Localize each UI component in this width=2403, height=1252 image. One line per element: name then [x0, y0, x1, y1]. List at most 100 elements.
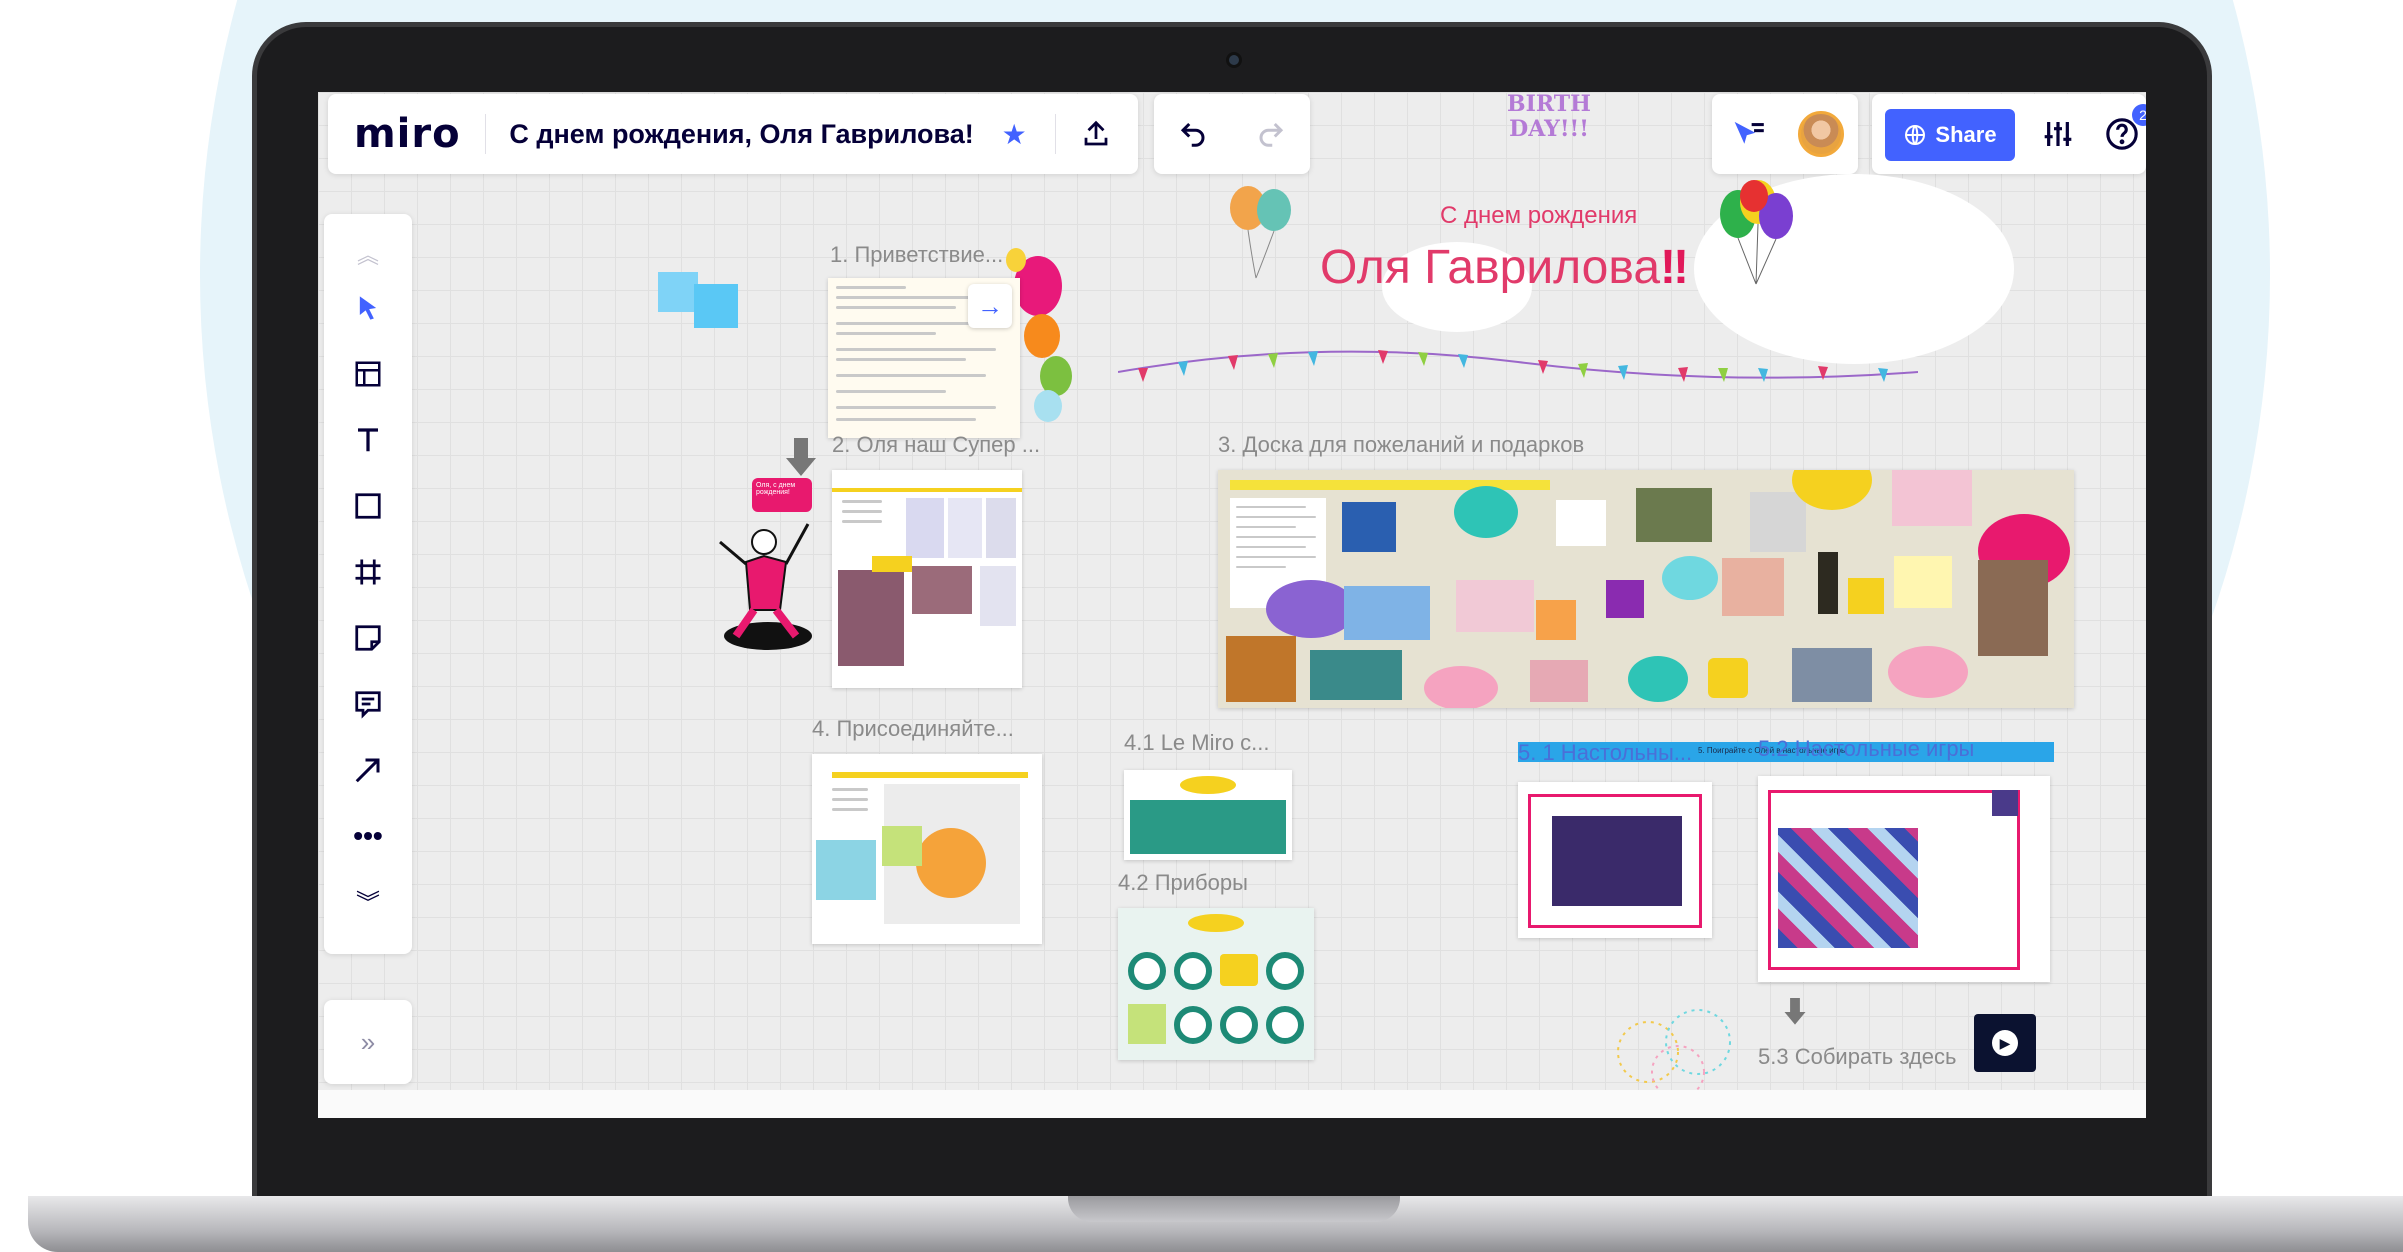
frame-label-5-1[interactable]: 5. 1 Настольны... — [1518, 740, 1692, 766]
photo-card[interactable] — [906, 498, 944, 558]
plate-icon[interactable] — [1174, 952, 1212, 990]
cloud-note[interactable] — [1628, 656, 1688, 702]
photo-portrait[interactable] — [912, 566, 972, 614]
photo-portrait[interactable] — [1978, 560, 2048, 656]
star-icon[interactable]: ★ — [998, 112, 1031, 156]
frame-welcome[interactable]: → — [828, 278, 1020, 438]
redo-icon[interactable] — [1249, 112, 1293, 156]
plate-icon[interactable] — [1220, 1006, 1258, 1044]
comment-icon[interactable] — [1708, 658, 1748, 698]
sticky-note[interactable] — [1894, 556, 1952, 608]
photo-card[interactable] — [980, 566, 1016, 626]
frame-board-game-2[interactable] — [1758, 776, 2050, 982]
photo-bouquet[interactable] — [1456, 580, 1534, 632]
frame-label-4-2[interactable]: 4.2 Приборы — [1118, 870, 1248, 896]
reactions-icon[interactable] — [1726, 112, 1770, 156]
plate-icon[interactable] — [1266, 1006, 1304, 1044]
sticky-note[interactable] — [872, 556, 912, 572]
photo-bottle[interactable] — [1818, 552, 1838, 614]
cloud-note[interactable] — [1424, 666, 1498, 708]
puzzle-game-image[interactable] — [1778, 828, 1918, 948]
plate-icon[interactable] — [1174, 1006, 1212, 1044]
photo-dog[interactable] — [1750, 492, 1806, 552]
frame-label-2[interactable]: 2. Оля наш Супер ... — [832, 432, 1040, 458]
select-tool-icon[interactable] — [346, 286, 390, 330]
share-button[interactable]: Share — [1885, 109, 2015, 161]
photo-tulips[interactable] — [1530, 660, 1588, 702]
text-line — [836, 406, 996, 409]
arrow-right-icon[interactable]: → — [968, 284, 1012, 328]
sticky-note[interactable] — [1606, 580, 1644, 618]
upload-icon[interactable] — [1079, 112, 1112, 156]
pizza-image[interactable] — [916, 828, 986, 898]
sticky-note[interactable] — [1848, 578, 1884, 614]
photo-island[interactable] — [1310, 650, 1402, 700]
more-tools-icon[interactable]: ••• — [346, 814, 390, 858]
expand-panel-button[interactable]: » — [324, 1000, 412, 1084]
arrow-line-icon[interactable] — [346, 748, 390, 792]
video-thumbnail[interactable]: ▶ — [1974, 1014, 2036, 1072]
play-icon[interactable]: ▶ — [1992, 1030, 2018, 1056]
frame-wishes-board[interactable] — [1218, 470, 2074, 708]
greeting-title[interactable]: Оля Гаврилова‼ — [1320, 240, 1689, 295]
photo-cake[interactable] — [1722, 558, 1784, 616]
frame-label-1[interactable]: 1. Приветствие... — [830, 242, 1003, 268]
sticky-note[interactable] — [694, 284, 738, 328]
text-line — [836, 332, 936, 335]
scroll-up-icon[interactable]: ︽ — [346, 232, 390, 276]
cloud-note[interactable] — [1454, 486, 1518, 538]
cloud-note[interactable] — [1888, 646, 1968, 698]
frame-superstar[interactable] — [832, 470, 1022, 688]
undo-icon[interactable] — [1171, 112, 1215, 156]
frame-label-5-3[interactable]: 5.3 Собирать здесь — [1758, 1044, 1956, 1070]
kitchen-image[interactable] — [1130, 800, 1286, 854]
scroll-down-icon[interactable]: ︾ — [346, 878, 390, 922]
user-avatar[interactable] — [1798, 111, 1844, 157]
puzzle-piece[interactable] — [1992, 790, 2018, 816]
settings-sliders-icon[interactable] — [2036, 112, 2080, 156]
frame-join[interactable] — [812, 754, 1042, 944]
photo-gifts[interactable] — [1226, 636, 1296, 702]
photo-card[interactable] — [948, 498, 982, 558]
comment-icon[interactable] — [346, 682, 390, 726]
frame-tool-icon[interactable] — [346, 550, 390, 594]
photo-portrait[interactable] — [838, 570, 904, 666]
sticky-note[interactable] — [1536, 600, 1576, 640]
maze-game-image[interactable] — [1552, 816, 1682, 906]
sticky-note[interactable] — [658, 272, 698, 312]
frame-le-miro[interactable] — [1124, 770, 1292, 860]
frame-devices[interactable] — [1118, 908, 1314, 1060]
shape-tool-icon[interactable] — [346, 484, 390, 528]
frame-label-4[interactable]: 4. Присоединяйте... — [812, 716, 1014, 742]
board-title[interactable]: С днем рождения, Оля Гаврилова! — [509, 119, 973, 150]
greeting-mark: ‼ — [1660, 241, 1690, 294]
sticky-note[interactable] — [882, 826, 922, 866]
text-line — [836, 348, 996, 351]
frame-label-3[interactable]: 3. Доска для пожеланий и подарков — [1218, 432, 1584, 458]
cloud-note[interactable] — [1266, 580, 1356, 638]
miro-logo[interactable]: miro — [354, 111, 461, 157]
cloud-note[interactable] — [1662, 556, 1718, 600]
comment-icon[interactable] — [1220, 954, 1258, 986]
photo-meditation[interactable] — [1636, 488, 1712, 542]
sticky-note[interactable] — [1128, 1004, 1166, 1044]
undo-redo-panel — [1154, 94, 1310, 174]
text-tool-icon[interactable] — [346, 418, 390, 462]
photo-flowers[interactable] — [1892, 470, 1972, 526]
templates-icon[interactable] — [346, 352, 390, 396]
plate-icon[interactable] — [1266, 952, 1304, 990]
gift-image[interactable] — [1556, 500, 1606, 546]
cake-image[interactable] — [1342, 502, 1396, 552]
frame-label-4-1[interactable]: 4.1 Le Miro c... — [1124, 730, 1270, 756]
sticky-note-icon[interactable] — [346, 616, 390, 660]
greeting-subtitle[interactable]: С днем рождения — [1440, 202, 1637, 230]
minions-image[interactable] — [816, 840, 876, 900]
text-line — [832, 798, 868, 801]
speech-bubble[interactable]: Оля, с днем рождения! — [752, 478, 812, 512]
plate-icon[interactable] — [1128, 952, 1166, 990]
frame-label-5-2[interactable]: 5.2 Настольные игры — [1758, 736, 1974, 762]
photo-card[interactable] — [986, 498, 1016, 558]
photo-car[interactable] — [1792, 648, 1872, 702]
frame-board-game-1[interactable] — [1518, 782, 1712, 938]
photo-sketch[interactable] — [1344, 586, 1430, 640]
